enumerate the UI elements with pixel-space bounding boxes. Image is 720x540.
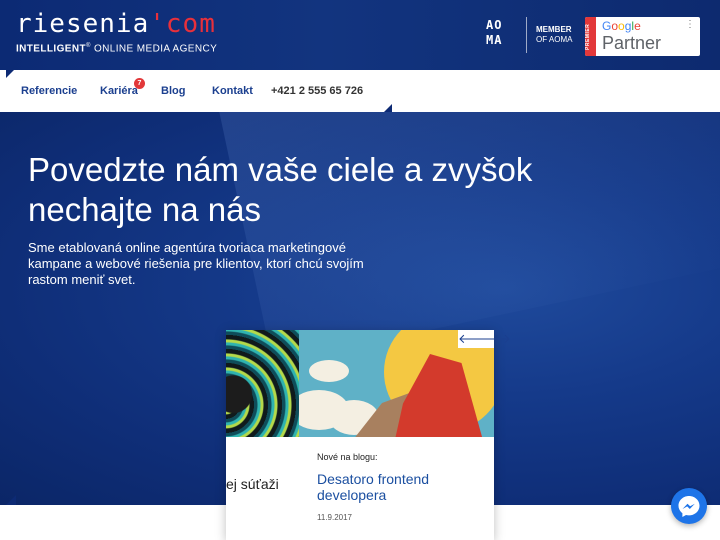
- logo-wordmark: riesenia'com: [16, 9, 216, 39]
- more-vert-icon[interactable]: ⋮: [685, 19, 695, 30]
- hero-title: Povedzte nám vaše ciele a zvyšok nechajt…: [28, 151, 533, 228]
- blog-post-title-link[interactable]: Desatoro frontend developera: [317, 471, 494, 503]
- carousel-controls: 🡐 🡒: [458, 330, 511, 348]
- aoma-text: MEMBER OF AOMA: [536, 25, 573, 44]
- previous-slide-image[interactable]: [226, 330, 299, 437]
- nav-link-kontakt[interactable]: Kontakt: [212, 85, 253, 97]
- notification-badge: 7: [134, 78, 145, 89]
- nav-link-blog[interactable]: Blog: [161, 85, 185, 97]
- nav-link-kariera[interactable]: Kariéra: [100, 85, 138, 97]
- blog-carousel-card[interactable]: 🡐 🡒 ej súťaži Nové na blogu: Desatoro fr…: [226, 330, 511, 540]
- decorative-notch: [6, 70, 14, 78]
- aoma-logo-icon: AO MA: [486, 18, 503, 47]
- nav-link-referencie[interactable]: Referencie: [21, 85, 77, 97]
- hero-subtitle: Sme etablovaná online agentúra tvoriaca …: [28, 240, 364, 287]
- phone-link[interactable]: +421 2 555 65 726: [271, 85, 363, 97]
- decorative-notch: [6, 495, 16, 505]
- main-nav: Referencie Kariéra 7 Blog Kontakt +421 2…: [0, 70, 720, 112]
- blog-kicker: Nové na blogu:: [317, 452, 378, 462]
- partner-label: Partner: [602, 33, 662, 53]
- google-partner-badge[interactable]: PREMIER Google Partner ⋮: [585, 17, 700, 56]
- header: riesenia'com INTELLIGENT® ONLINE MEDIA A…: [0, 0, 720, 70]
- site-logo[interactable]: riesenia'com INTELLIGENT® ONLINE MEDIA A…: [16, 10, 217, 54]
- messenger-chat-button[interactable]: [671, 488, 707, 524]
- illustration-cloud: [309, 360, 349, 382]
- blog-post-date: 11.9.2017: [317, 513, 352, 522]
- premier-label: PREMIER: [585, 17, 596, 56]
- aoma-membership[interactable]: AO MA MEMBER OF AOMA: [486, 17, 572, 53]
- messenger-icon: [678, 496, 700, 517]
- previous-slide-title[interactable]: ej súťaži: [226, 476, 279, 492]
- logo-tagline: INTELLIGENT® ONLINE MEDIA AGENCY: [16, 43, 218, 55]
- arrow-right-icon[interactable]: 🡒: [476, 330, 511, 348]
- divider: [526, 17, 527, 53]
- decorative-notch: [384, 104, 392, 112]
- arrow-left-icon[interactable]: 🡐: [458, 330, 493, 348]
